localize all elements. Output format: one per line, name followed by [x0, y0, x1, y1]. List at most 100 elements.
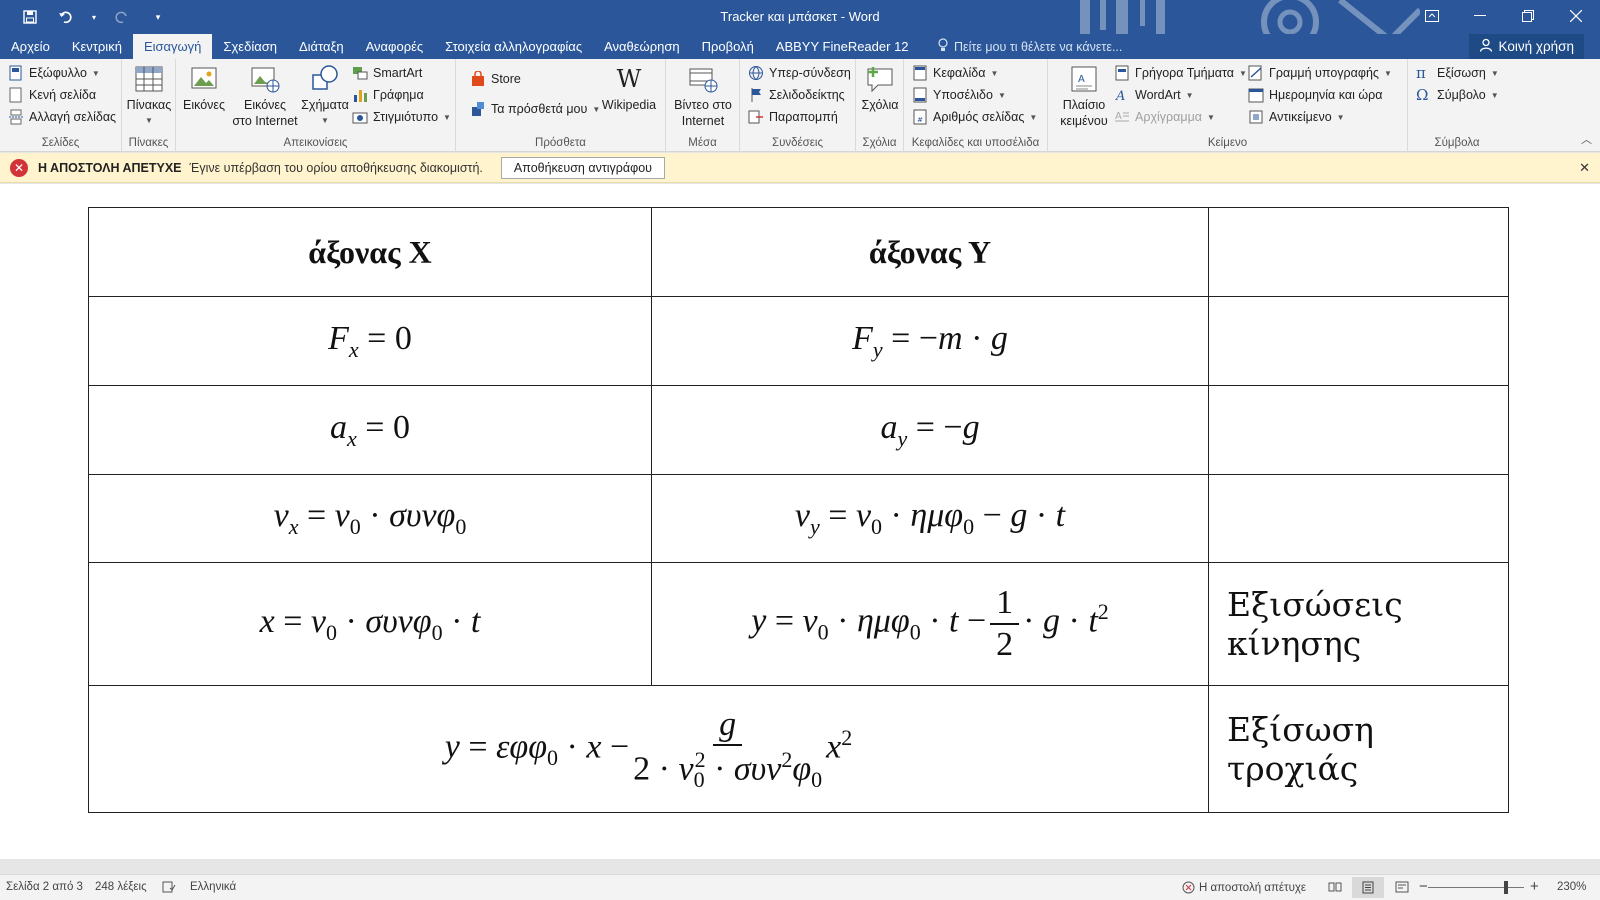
footer-label: Υποσέλιδο — [933, 88, 993, 102]
tab-abbyy[interactable]: ABBYY FineReader 12 — [765, 34, 920, 59]
minimize-icon[interactable] — [1456, 0, 1504, 32]
group-pages-label: Σελίδες — [41, 137, 80, 149]
shapes-icon — [312, 65, 338, 90]
label-trajectory-equation: Εξίσωση τροχιάς — [1208, 685, 1509, 813]
my-addins-label: Τα πρόσθετά μου — [491, 102, 588, 116]
drop-cap-icon: A — [1115, 111, 1129, 122]
equation-force-y: Fy = −m · g — [651, 296, 1209, 386]
omega-icon: Ω — [1416, 86, 1429, 104]
zoom-slider[interactable] — [1428, 887, 1524, 888]
hyperlink-icon — [749, 66, 763, 81]
tab-file[interactable]: Αρχείο — [0, 34, 61, 59]
document-page[interactable]: άξονας Χ άξονας Υ Fx = 0 Fy = −m · g ax … — [0, 184, 1600, 859]
empty-cell — [1208, 474, 1509, 563]
tab-home[interactable]: Κεντρική — [61, 34, 133, 59]
ribbon-tabs: Αρχείο Κεντρική Εισαγωγή Σχεδίαση Διάταξ… — [0, 34, 920, 59]
group-tables: Πίνακας ▼ Πίνακες — [122, 59, 176, 152]
date-time-button[interactable]: Ημερομηνία και ώρα — [1248, 87, 1382, 103]
tab-design[interactable]: Σχεδίαση — [212, 34, 288, 59]
group-text-label: Κείμενο — [1207, 137, 1248, 149]
cover-page-button[interactable]: Εξώφυλλο ▼ — [8, 65, 100, 81]
collapse-ribbon-icon[interactable]: ︿ — [1581, 131, 1592, 147]
chart-icon — [354, 90, 367, 102]
ribbon-display-icon[interactable] — [1408, 0, 1456, 32]
word-count[interactable]: 248 λέξεις — [95, 881, 147, 893]
wordart-icon: A — [1115, 89, 1125, 103]
tab-review[interactable]: Αναθεώρηση — [593, 34, 691, 59]
pictures-button[interactable]: Εικόνες — [182, 63, 226, 113]
equation-button[interactable]: π Εξίσωση ▼ — [1416, 65, 1499, 81]
symbol-button[interactable]: Ω Σύμβολο ▼ — [1416, 87, 1499, 103]
smartart-label: SmartArt — [373, 66, 423, 80]
object-label: Αντικείμενο — [1269, 110, 1332, 124]
drop-cap-button[interactable]: A Αρχίγραμμα ▼ — [1114, 109, 1215, 125]
message-close-icon[interactable]: ✕ — [1579, 160, 1590, 176]
object-button[interactable]: Αντικείμενο ▼ — [1248, 109, 1345, 125]
language-indicator[interactable]: Ελληνικά — [190, 881, 236, 893]
ribbon-tabs-bar: Αρχείο Κεντρική Εισαγωγή Σχεδίαση Διάταξ… — [0, 34, 1600, 59]
smartart-button[interactable]: SmartArt — [352, 65, 422, 81]
shapes-button[interactable]: Σχήματα ▼ — [300, 63, 350, 129]
tab-mailings[interactable]: Στοιχεία αλληλογραφίας — [434, 34, 593, 59]
group-pages: Εξώφυλλο ▼ Κενή σελίδα Αλλαγή σελίδας Σελ… — [0, 59, 122, 152]
page-indicator[interactable]: Σελίδα 2 από 3 — [6, 881, 83, 893]
online-video-label-2: Internet — [681, 114, 725, 128]
close-icon[interactable] — [1552, 0, 1600, 32]
save-copy-button[interactable]: Αποθήκευση αντιγράφου — [500, 156, 666, 179]
read-mode-icon[interactable] — [1328, 881, 1342, 896]
tell-me-box[interactable]: Πείτε μου τι θέλετε να κάνετε... — [938, 38, 1122, 55]
screenshot-button[interactable]: Στιγμιότυπο ▼ — [352, 109, 451, 125]
my-addins-icon — [472, 102, 484, 116]
table-row: vx = v0 · συνφ0 vy = v0 · ημφ0 − g · t — [88, 474, 1509, 563]
zoom-slider-thumb[interactable] — [1504, 881, 1508, 894]
page-number-label: Αριθμός σελίδας — [933, 110, 1025, 124]
print-layout-icon[interactable] — [1352, 877, 1384, 898]
hyperlink-button[interactable]: Υπερ-σύνδεση — [748, 65, 851, 81]
online-video-button[interactable]: Βίντεο στο Internet — [668, 63, 738, 129]
tab-insert[interactable]: Εισαγωγή — [132, 34, 213, 59]
header-button[interactable]: Κεφαλίδα ▼ — [912, 65, 998, 81]
tab-view[interactable]: Προβολή — [691, 34, 765, 59]
text-box-button[interactable]: A Πλαίσιο κειμένου — [1054, 63, 1114, 129]
header-empty-cell — [1208, 207, 1509, 297]
page-break-icon — [9, 109, 23, 125]
page-number-button[interactable]: # Αριθμός σελίδας ▼ — [912, 109, 1037, 125]
web-layout-icon[interactable] — [1395, 881, 1409, 896]
group-addins: Store Τα πρόσθετά μου ▼ W Wikipedia Πρόσθ… — [456, 59, 666, 152]
proofing-icon[interactable] — [162, 881, 176, 896]
online-pictures-button[interactable]: Εικόνες στο Internet — [228, 63, 302, 129]
wordart-button[interactable]: A WordArt ▼ — [1114, 87, 1194, 103]
tab-layout[interactable]: Διάταξη — [288, 34, 355, 59]
tell-me-text: Πείτε μου τι θέλετε να κάνετε... — [954, 39, 1123, 54]
bookmark-button[interactable]: Σελιδοδείκτης — [748, 87, 845, 103]
quick-parts-button[interactable]: Γρήγορα Τμήματα ▼ — [1114, 65, 1247, 81]
zoom-level[interactable]: 230% — [1557, 881, 1586, 893]
footer-button[interactable]: Υποσέλιδο ▼ — [912, 87, 1006, 103]
store-button[interactable]: Store — [470, 71, 521, 87]
date-time-label: Ημερομηνία και ώρα — [1269, 88, 1383, 102]
group-symbols-label: Σύμβολα — [1434, 137, 1480, 149]
table-button[interactable]: Πίνακας ▼ — [126, 63, 172, 129]
group-links-label: Συνδέσεις — [772, 137, 823, 149]
cross-reference-button[interactable]: Παραπομπή — [748, 109, 838, 125]
screenshot-label: Στιγμιότυπο — [373, 110, 439, 124]
drop-cap-label: Αρχίγραμμα — [1135, 110, 1203, 124]
title-bar: ▾ ▾ Tracker και μπάσκετ - Word — [0, 0, 1600, 51]
wikipedia-button[interactable]: W Wikipedia — [594, 63, 664, 113]
cover-page-icon — [9, 65, 22, 81]
screenshot-icon — [352, 112, 368, 124]
upload-status[interactable]: Η αποστολή απέτυχε — [1182, 881, 1306, 894]
chart-button[interactable]: Γράφημα — [352, 87, 424, 103]
share-button[interactable]: Κοινή χρήση — [1468, 34, 1584, 59]
zoom-in-icon[interactable]: + — [1530, 878, 1539, 895]
tab-references[interactable]: Αναφορές — [355, 34, 435, 59]
restore-icon[interactable] — [1504, 0, 1552, 32]
zoom-out-icon[interactable]: − — [1419, 878, 1428, 895]
my-addins-button[interactable]: Τα πρόσθετά μου ▼ — [470, 101, 600, 117]
signature-line-button[interactable]: Γραμμή υπογραφής ▼ — [1248, 65, 1392, 81]
page-break-button[interactable]: Αλλαγή σελίδας — [8, 109, 116, 125]
chart-label: Γράφημα — [373, 88, 424, 102]
blank-page-button[interactable]: Κενή σελίδα — [8, 87, 96, 103]
comment-button[interactable]: Σχόλια — [858, 63, 902, 113]
pictures-label: Εικόνες — [182, 98, 225, 112]
